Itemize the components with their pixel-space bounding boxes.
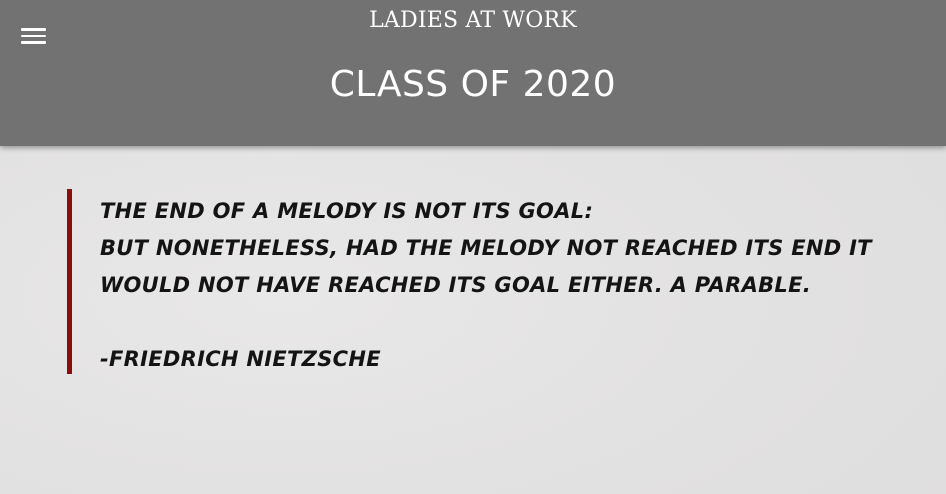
quote-line: THE END OF A MELODY IS NOT ITS GOAL:	[100, 199, 594, 223]
menu-icon-bar	[21, 34, 46, 37]
site-title[interactable]: LADIES AT WORK	[0, 8, 946, 33]
page-title: CLASS OF 2020	[329, 64, 617, 105]
quote-author: -FRIEDRICH NIETZSCHE	[100, 347, 381, 371]
quote-line: WOULD NOT HAVE REACHED ITS GOAL EITHER. …	[100, 273, 812, 297]
quote-line: BUT NONETHELESS, HAD THE MELODY NOT REAC…	[100, 236, 872, 260]
menu-icon-bar	[21, 41, 46, 44]
quote-block: THE END OF A MELODY IS NOT ITS GOAL: BUT…	[67, 189, 877, 374]
site-header: LADIES AT WORK CLASS OF 2020	[0, 0, 946, 146]
